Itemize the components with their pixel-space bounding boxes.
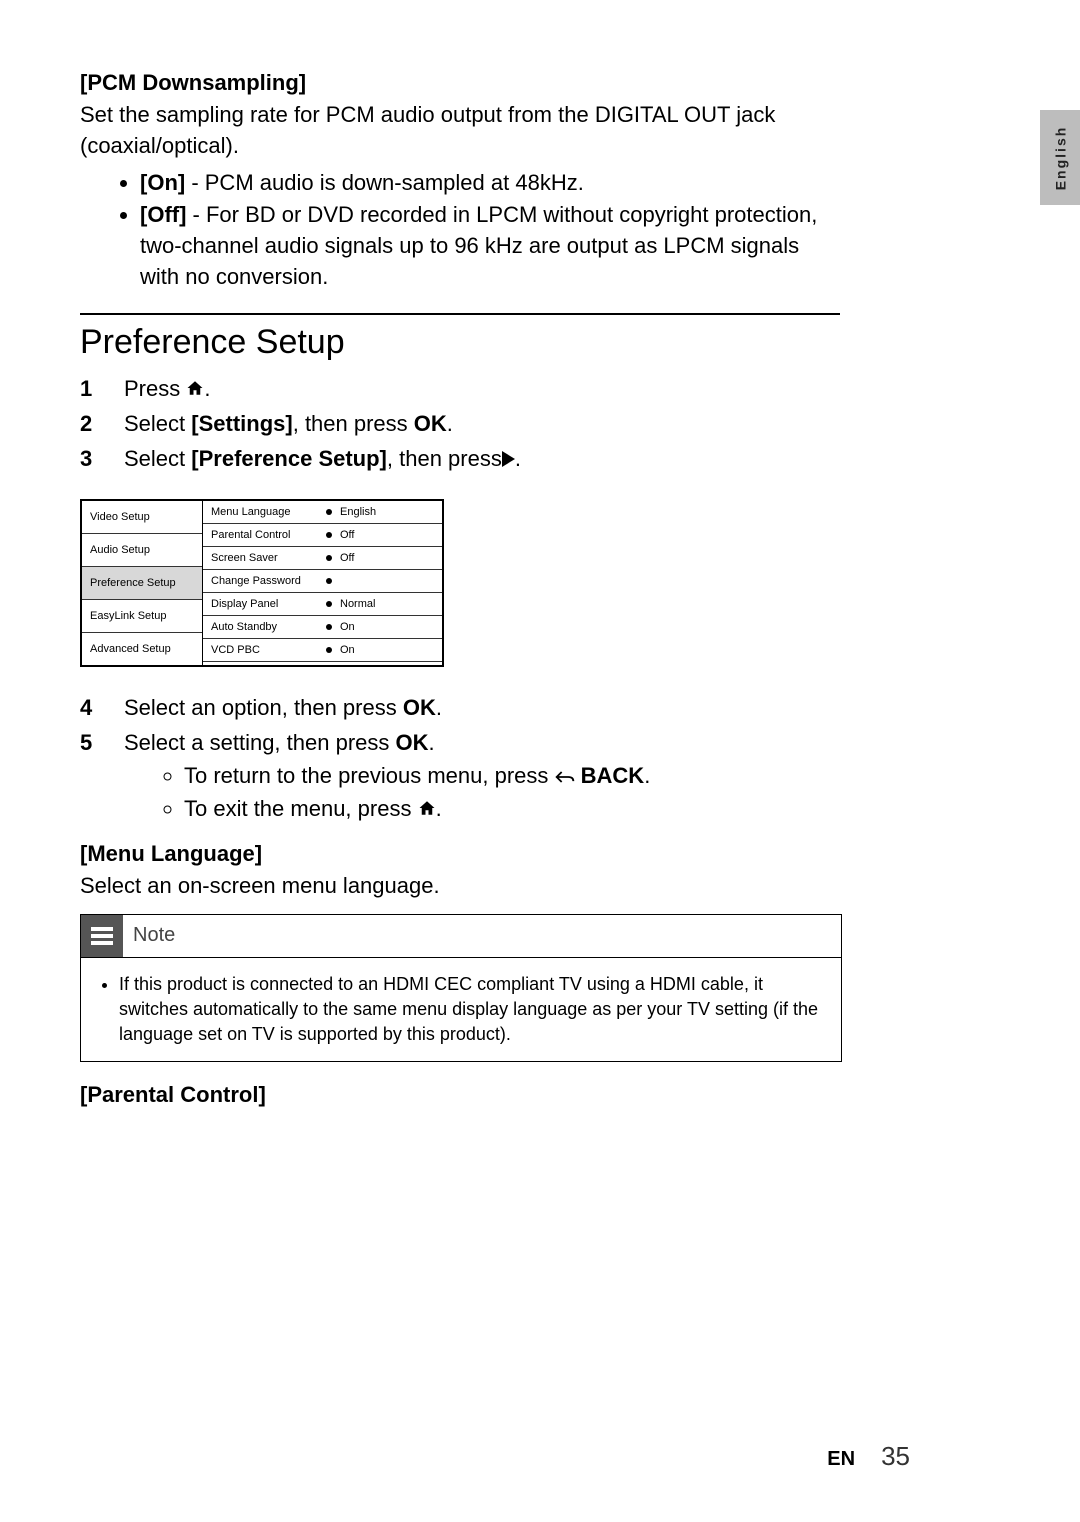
pcm-heading: [PCM Downsampling] — [80, 70, 840, 96]
steps-list-2: 4 Select an option, then press OK. 5 Sel… — [80, 691, 840, 825]
pcm-off-text: - For BD or DVD recorded in LPCM without… — [140, 202, 817, 289]
settings-left-column: Video Setup Audio Setup Preference Setup… — [82, 501, 202, 665]
home-icon — [186, 376, 204, 401]
steps-list: 1 Press . 2 Select [Settings], then pres… — [80, 372, 840, 475]
step-5-sublist: To return to the previous menu, press BA… — [124, 759, 840, 825]
row-menu-language: Menu LanguageEnglish — [203, 501, 442, 524]
row-screen-saver: Screen SaverOff — [203, 547, 442, 570]
step-1: 1 Press . — [80, 372, 840, 405]
row-change-password: Change Password — [203, 570, 442, 593]
row-display-panel: Display PanelNormal — [203, 593, 442, 616]
step-1-number: 1 — [80, 372, 100, 405]
step-2-number: 2 — [80, 407, 100, 440]
back-icon — [555, 763, 575, 788]
step-2: 2 Select [Settings], then press OK. — [80, 407, 840, 440]
menu-language-heading: [Menu Language] — [80, 841, 840, 867]
pcm-off-label: [Off] — [140, 202, 186, 227]
page-footer: EN 35 — [827, 1441, 910, 1472]
bullet-icon — [326, 601, 332, 607]
parental-control-heading: [Parental Control] — [80, 1082, 840, 1108]
menu-advanced-setup: Advanced Setup — [82, 633, 202, 665]
settings-menu-screenshot: Video Setup Audio Setup Preference Setup… — [80, 499, 444, 667]
step-4-number: 4 — [80, 691, 100, 724]
pcm-options-list: [On] - PCM audio is down-sampled at 48kH… — [80, 168, 840, 293]
bullet-icon — [326, 647, 332, 653]
step-3: 3 Select [Preference Setup], then press. — [80, 442, 840, 475]
step-5-number: 5 — [80, 726, 100, 825]
note-header: Note — [81, 915, 841, 958]
step-4: 4 Select an option, then press OK. — [80, 691, 840, 724]
pcm-on-item: [On] - PCM audio is down-sampled at 48kH… — [140, 168, 840, 199]
pcm-desc: Set the sampling rate for PCM audio outp… — [80, 100, 840, 162]
step-3-number: 3 — [80, 442, 100, 475]
pcm-on-text: - PCM audio is down-sampled at 48kHz. — [185, 170, 584, 195]
note-text: If this product is connected to an HDMI … — [119, 972, 823, 1048]
sub-home: To exit the menu, press . — [184, 792, 840, 825]
preference-setup-heading: Preference Setup — [80, 323, 840, 362]
note-icon — [81, 915, 123, 957]
section-divider — [80, 313, 840, 315]
menu-video-setup: Video Setup — [82, 501, 202, 534]
settings-blank-area — [203, 662, 442, 665]
menu-preference-setup: Preference Setup — [82, 567, 202, 600]
menu-language-desc: Select an on-screen menu language. — [80, 871, 840, 902]
menu-audio-setup: Audio Setup — [82, 534, 202, 567]
settings-right-column: Menu LanguageEnglish Parental ControlOff… — [202, 501, 442, 665]
footer-lang: EN — [827, 1448, 855, 1471]
row-parental-control: Parental ControlOff — [203, 524, 442, 547]
bullet-icon — [326, 578, 332, 584]
note-body: If this product is connected to an HDMI … — [81, 958, 841, 1062]
menu-easylink-setup: EasyLink Setup — [82, 600, 202, 633]
bullet-icon — [326, 509, 332, 515]
bullet-icon — [326, 555, 332, 561]
bullet-icon — [326, 532, 332, 538]
pcm-off-item: [Off] - For BD or DVD recorded in LPCM w… — [140, 200, 840, 292]
row-auto-standby: Auto StandbyOn — [203, 616, 442, 639]
bullet-icon — [326, 624, 332, 630]
note-box: Note If this product is connected to an … — [80, 914, 842, 1063]
sub-back: To return to the previous menu, press BA… — [184, 759, 840, 792]
play-right-icon — [502, 451, 515, 467]
pcm-on-label: [On] — [140, 170, 185, 195]
row-vcd-pbc: VCD PBCOn — [203, 639, 442, 662]
footer-page-number: 35 — [881, 1441, 910, 1472]
note-title: Note — [133, 924, 175, 947]
step-5: 5 Select a setting, then press OK. To re… — [80, 726, 840, 825]
home-icon — [418, 796, 436, 821]
